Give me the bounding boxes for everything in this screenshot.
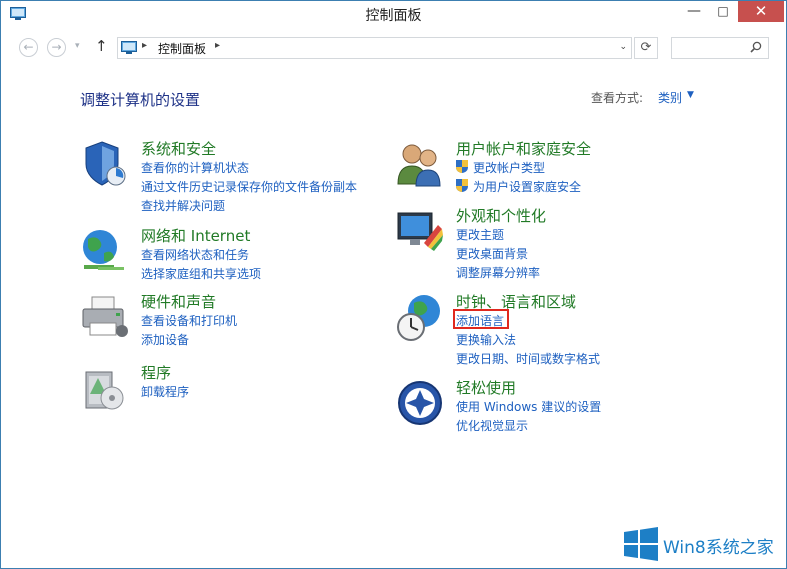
- maximize-button[interactable]: □: [708, 1, 738, 22]
- clock-globe-icon[interactable]: [396, 293, 444, 341]
- link-date-time-format[interactable]: 更改日期、时间或数字格式: [456, 350, 600, 367]
- link-homegroup[interactable]: 选择家庭组和共享选项: [141, 265, 261, 282]
- link-screen-resolution[interactable]: 调整屏幕分辨率: [456, 264, 540, 281]
- view-by-caret-icon[interactable]: ▼: [687, 90, 694, 100]
- system-security-shield-icon[interactable]: [80, 140, 128, 188]
- link-add-device[interactable]: 添加设备: [141, 331, 189, 348]
- up-button[interactable]: ↑: [95, 37, 108, 55]
- link-view-computer-status[interactable]: 查看你的计算机状态: [141, 159, 249, 176]
- uac-shield-icon: [456, 179, 468, 192]
- user-accounts-icon[interactable]: [396, 140, 444, 188]
- view-by-dropdown[interactable]: 类别: [658, 89, 682, 106]
- title-bar: 控制面板 — □ ✕: [1, 1, 786, 30]
- uac-shield-icon: [456, 160, 468, 173]
- breadcrumb-control-panel[interactable]: 控制面板: [158, 40, 206, 57]
- category-title[interactable]: 系统和安全: [141, 138, 216, 159]
- link-optimize-visual-display[interactable]: 优化视觉显示: [456, 417, 528, 434]
- windows-logo-icon: [624, 527, 658, 561]
- window-title: 控制面板: [365, 8, 422, 24]
- category-title[interactable]: 轻松使用: [456, 377, 516, 398]
- watermark: Win8系统之家: [624, 527, 787, 567]
- refresh-button[interactable]: ⟳: [634, 37, 658, 59]
- search-icon[interactable]: [750, 41, 762, 53]
- link-desktop-background[interactable]: 更改桌面背景: [456, 245, 528, 262]
- link-network-status[interactable]: 查看网络状态和任务: [141, 246, 249, 263]
- programs-box-icon[interactable]: [80, 364, 128, 412]
- address-bar[interactable]: ▸ 控制面板 ▸ ⌄: [117, 37, 632, 59]
- breadcrumb-separator[interactable]: ▸: [215, 40, 220, 51]
- control-panel-icon: [121, 41, 137, 54]
- appearance-monitor-icon[interactable]: [396, 207, 444, 255]
- search-box[interactable]: [671, 37, 769, 59]
- close-button[interactable]: ✕: [738, 1, 784, 22]
- navigation-bar: ← → ▾ ↑ ▸ 控制面板 ▸ ⌄ ⟳: [1, 31, 786, 65]
- category-title[interactable]: 硬件和声音: [141, 291, 216, 312]
- ease-of-access-icon[interactable]: [396, 379, 444, 427]
- forward-button[interactable]: →: [47, 38, 66, 57]
- breadcrumb-separator[interactable]: ▸: [142, 40, 147, 51]
- minimize-button[interactable]: —: [677, 1, 711, 22]
- view-by-label: 查看方式:: [591, 91, 644, 105]
- link-devices-printers[interactable]: 查看设备和打印机: [141, 312, 237, 329]
- control-panel-window: 控制面板 — □ ✕ ← → ▾ ↑ ▸ 控制面板 ▸ ⌄ ⟳ 调整计算机的设置…: [0, 0, 787, 569]
- category-title[interactable]: 外观和个性化: [456, 205, 546, 226]
- printer-hardware-icon[interactable]: [80, 293, 128, 341]
- watermark-text: Win8系统之家: [663, 538, 774, 558]
- page-title: 调整计算机的设置: [80, 91, 201, 109]
- link-troubleshoot[interactable]: 查找并解决问题: [141, 197, 225, 214]
- network-globe-icon[interactable]: [80, 227, 128, 275]
- link-uninstall-program[interactable]: 卸载程序: [141, 383, 189, 400]
- category-title[interactable]: 用户帐户和家庭安全: [456, 138, 591, 159]
- back-button[interactable]: ←: [19, 38, 38, 57]
- recent-locations-icon[interactable]: ▾: [75, 41, 80, 51]
- category-title[interactable]: 程序: [141, 362, 171, 383]
- link-file-history[interactable]: 通过文件历史记录保存你的文件备份副本: [141, 178, 357, 195]
- highlight-box: [453, 309, 509, 329]
- link-change-theme[interactable]: 更改主题: [456, 226, 504, 243]
- link-change-account-type[interactable]: 更改帐户类型: [473, 159, 545, 176]
- category-title[interactable]: 网络和 Internet: [141, 225, 250, 246]
- address-dropdown-icon[interactable]: ⌄: [619, 42, 627, 52]
- link-family-safety[interactable]: 为用户设置家庭安全: [473, 178, 581, 195]
- link-recommended-settings[interactable]: 使用 Windows 建议的设置: [456, 398, 601, 415]
- link-change-input-method[interactable]: 更换输入法: [456, 331, 516, 348]
